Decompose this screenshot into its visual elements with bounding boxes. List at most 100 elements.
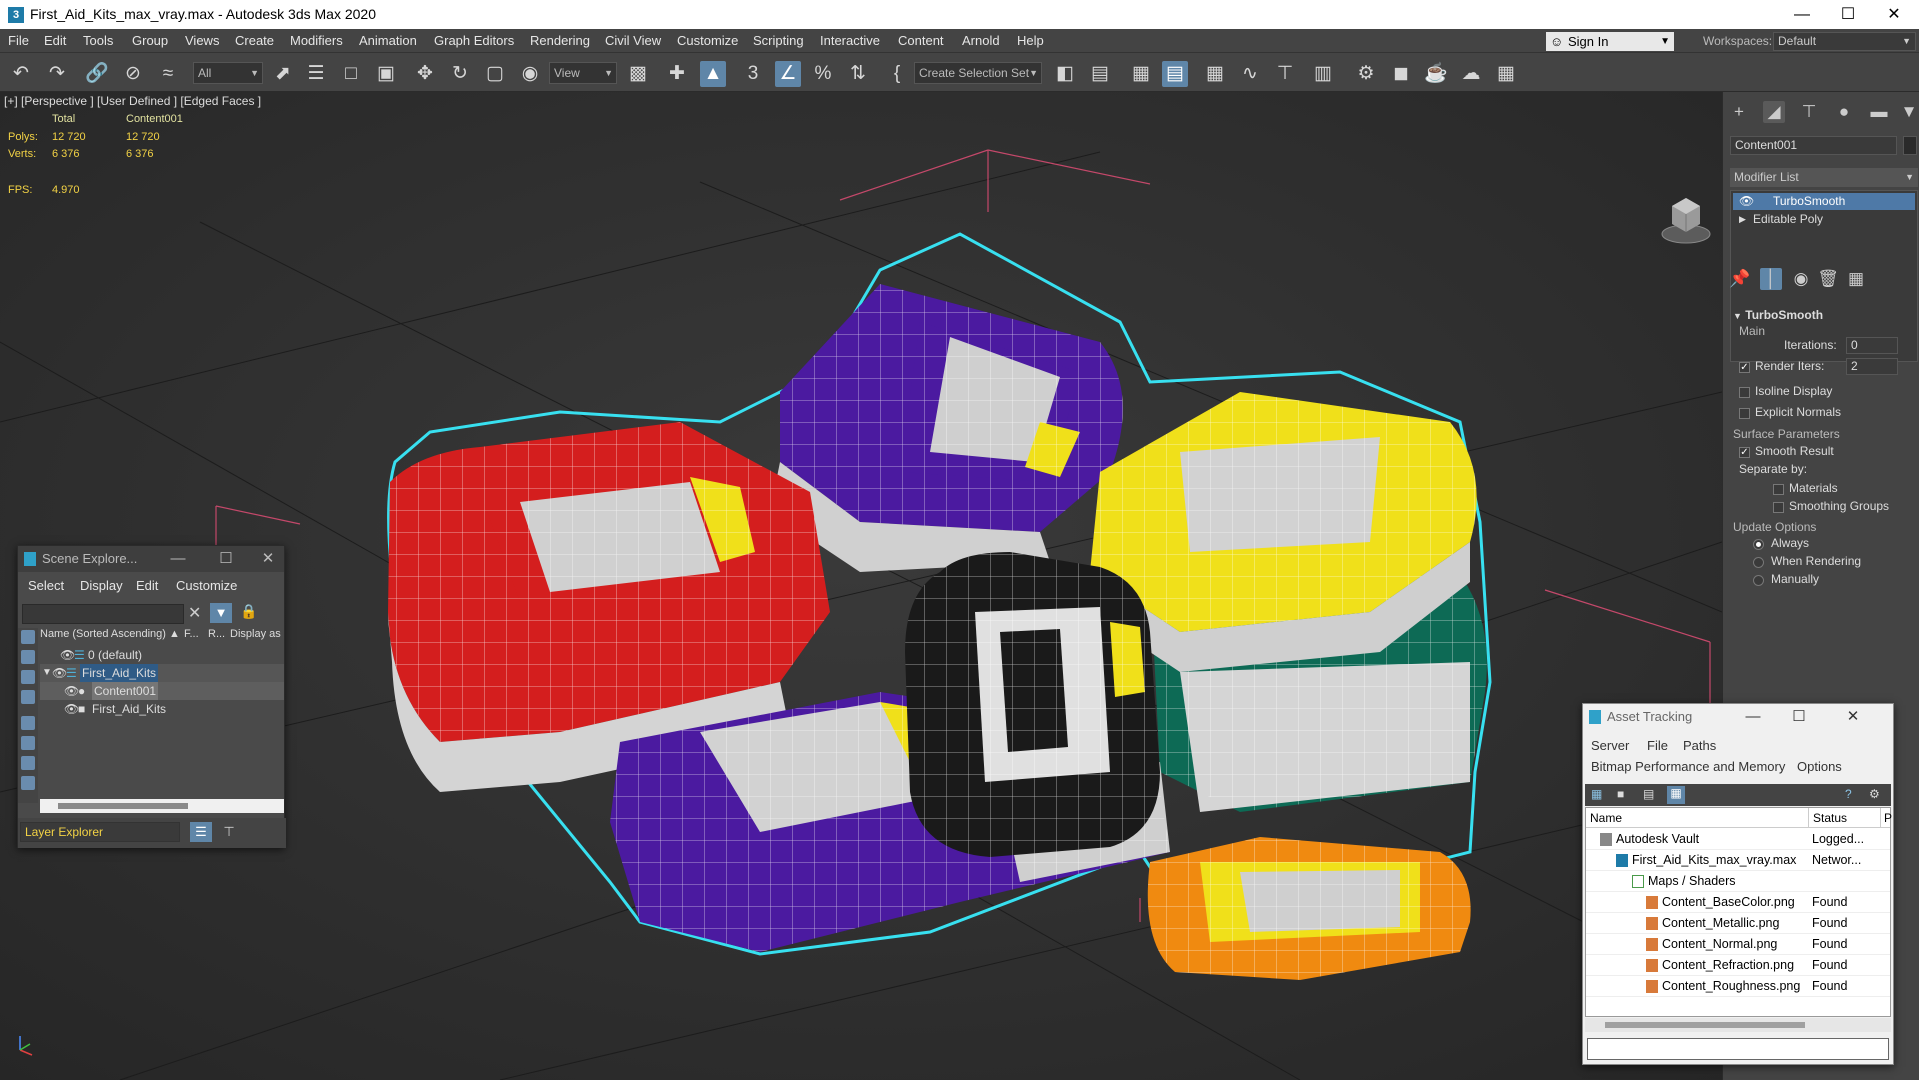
- column-name[interactable]: Name (Sorted Ascending) ▲: [40, 628, 180, 640]
- asset-row-roughness[interactable]: Content_Roughness.png Found: [1586, 976, 1890, 997]
- asset-menu-paths[interactable]: Paths: [1683, 738, 1716, 753]
- workspace-dropdown[interactable]: Default ▼: [1773, 32, 1916, 51]
- pivot-center-icon[interactable]: ▩: [625, 61, 651, 87]
- toggle-layer-explorer-icon[interactable]: ▤: [1162, 61, 1188, 87]
- asset-menu-file[interactable]: File: [1647, 738, 1668, 753]
- named-selection-dropdown[interactable]: Create Selection Set ▼: [914, 62, 1042, 84]
- close-button[interactable]: ✕: [1871, 0, 1917, 29]
- a360-gallery-icon[interactable]: ▦: [1493, 61, 1519, 87]
- menu-content[interactable]: Content: [898, 33, 944, 48]
- display-lights-icon[interactable]: [21, 670, 35, 684]
- asset-row-metallic[interactable]: Content_Metallic.png Found: [1586, 913, 1890, 934]
- list-view-icon[interactable]: ■: [1617, 787, 1624, 801]
- pin-stack-icon[interactable]: 📌: [1729, 268, 1751, 290]
- expand-arrow-icon[interactable]: ▶: [1739, 211, 1746, 228]
- rendered-frame-window-icon[interactable]: ◼: [1388, 61, 1414, 87]
- menu-help[interactable]: Help: [1017, 33, 1044, 48]
- display-spacewarps-icon[interactable]: [21, 736, 35, 750]
- always-radio[interactable]: [1753, 539, 1764, 550]
- scrollbar-thumb[interactable]: [1605, 1022, 1805, 1028]
- menu-views[interactable]: Views: [185, 33, 219, 48]
- menu-graph-editors[interactable]: Graph Editors: [434, 33, 514, 48]
- menu-customize[interactable]: Customize: [677, 33, 738, 48]
- smoothing-groups-checkbox[interactable]: [1773, 502, 1784, 513]
- modifier-toggle-eye-icon[interactable]: 👁: [1739, 193, 1754, 210]
- visibility-eye-icon[interactable]: 👁: [64, 682, 79, 700]
- undo-icon[interactable]: ↶: [8, 61, 34, 87]
- column-name[interactable]: Name: [1590, 808, 1622, 828]
- menu-tools[interactable]: Tools: [83, 33, 113, 48]
- explorer-type-dropdown[interactable]: Layer Explorer: [20, 822, 180, 842]
- remove-modifier-icon[interactable]: 🗑: [1817, 268, 1839, 290]
- minimize-button[interactable]: —: [1779, 0, 1825, 29]
- maximize-button[interactable]: ☐: [1779, 704, 1819, 730]
- angle-snap-icon[interactable]: ∠: [775, 61, 801, 87]
- menu-animation[interactable]: Animation: [359, 33, 417, 48]
- scene-explorer-titlebar[interactable]: Scene Explore... — ☐ ✕: [18, 546, 284, 572]
- menu-interactive[interactable]: Interactive: [820, 33, 880, 48]
- edit-named-selection-icon[interactable]: {: [884, 61, 910, 87]
- window-crossing-icon[interactable]: ▣: [373, 61, 399, 87]
- rotate-icon[interactable]: ↻: [447, 61, 473, 87]
- asset-tracking-titlebar[interactable]: Asset Tracking — ☐ ✕: [1583, 704, 1893, 730]
- scene-menu-select[interactable]: Select: [28, 578, 64, 593]
- unlink-icon[interactable]: ⊘: [120, 61, 146, 87]
- expand-arrow-icon[interactable]: ▼: [42, 664, 52, 682]
- column-renderable[interactable]: R...: [208, 628, 225, 640]
- menu-civil-view[interactable]: Civil View: [605, 33, 661, 48]
- visibility-eye-icon[interactable]: 👁: [60, 646, 75, 664]
- link-icon[interactable]: 🔗: [84, 61, 110, 87]
- sign-in-dropdown[interactable]: ☺ Sign In ▼: [1546, 32, 1674, 51]
- filter-icon[interactable]: ▼: [210, 603, 232, 623]
- move-icon[interactable]: ✥: [412, 61, 438, 87]
- render-production-icon[interactable]: ☕: [1423, 61, 1449, 87]
- rollout-turbosmooth-title[interactable]: ▼ TurboSmooth: [1733, 308, 1823, 322]
- sort-by-hierarchy-icon[interactable]: ⊤: [218, 822, 240, 842]
- minimize-button[interactable]: —: [158, 546, 198, 572]
- detail-view-icon[interactable]: ▦: [1667, 786, 1685, 804]
- settings-icon[interactable]: ⚙: [1869, 787, 1880, 801]
- create-tab-icon[interactable]: +: [1728, 101, 1750, 123]
- menu-group[interactable]: Group: [132, 33, 168, 48]
- minimize-button[interactable]: —: [1733, 704, 1773, 730]
- toggle-scene-explorer-icon[interactable]: ▦: [1128, 61, 1154, 87]
- asset-menu-bitmap-performance[interactable]: Bitmap Performance and Memory: [1591, 759, 1785, 774]
- motion-tab-icon[interactable]: ●: [1833, 101, 1855, 123]
- menu-scripting[interactable]: Scripting: [753, 33, 804, 48]
- bind-space-warp-icon[interactable]: ≈: [155, 61, 181, 87]
- toggle-ribbon-icon[interactable]: ▦: [1202, 61, 1228, 87]
- asset-row-normal[interactable]: Content_Normal.png Found: [1586, 934, 1890, 955]
- select-manipulate-icon[interactable]: ✚: [664, 61, 690, 87]
- tree-view-icon[interactable]: ▦: [1591, 787, 1602, 801]
- schematic-view-icon[interactable]: ⊤: [1272, 61, 1298, 87]
- sort-by-layer-icon[interactable]: ☰: [190, 822, 212, 842]
- mirror-icon[interactable]: ◧: [1052, 61, 1078, 87]
- menu-edit[interactable]: Edit: [44, 33, 66, 48]
- render-in-cloud-icon[interactable]: ☁: [1458, 61, 1484, 87]
- scene-horizontal-scrollbar[interactable]: [40, 799, 284, 813]
- display-geometry-icon[interactable]: [21, 630, 35, 644]
- display-helpers-icon[interactable]: [21, 716, 35, 730]
- placement-icon[interactable]: ◉: [517, 61, 543, 87]
- select-object-icon[interactable]: ⬈: [270, 61, 296, 87]
- display-tab-icon[interactable]: ▬: [1868, 101, 1890, 123]
- maximize-button[interactable]: ☐: [206, 546, 246, 572]
- column-p[interactable]: P: [1880, 808, 1892, 828]
- percent-snap-icon[interactable]: %: [810, 61, 836, 87]
- asset-path-input[interactable]: [1587, 1038, 1889, 1060]
- select-by-name-icon[interactable]: ☰: [303, 61, 329, 87]
- material-editor-icon[interactable]: ▥: [1310, 61, 1336, 87]
- asset-horizontal-scrollbar[interactable]: [1585, 1018, 1891, 1032]
- menu-modifiers[interactable]: Modifiers: [290, 33, 343, 48]
- display-cameras-icon[interactable]: [21, 690, 35, 704]
- render-iters-checkbox[interactable]: ✓: [1739, 362, 1750, 373]
- object-name-field[interactable]: Content001: [1730, 136, 1897, 155]
- modifier-list-dropdown[interactable]: Modifier List ▼: [1730, 168, 1918, 187]
- display-shapes-icon[interactable]: [21, 650, 35, 664]
- display-groups-icon[interactable]: [21, 756, 35, 770]
- lock-icon[interactable]: 🔒: [240, 603, 257, 620]
- object-color-swatch[interactable]: [1903, 136, 1917, 155]
- configure-modifier-sets-icon[interactable]: ▦: [1845, 268, 1867, 290]
- scene-menu-customize[interactable]: Customize: [176, 578, 237, 593]
- viewport-label[interactable]: [+] [Perspective ] [User Defined ] [Edge…: [4, 94, 261, 108]
